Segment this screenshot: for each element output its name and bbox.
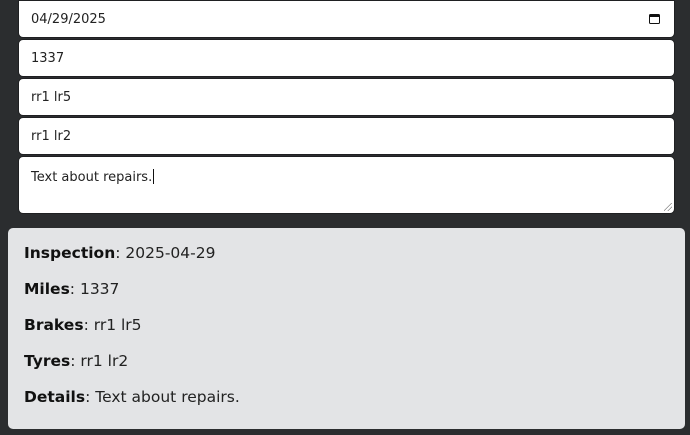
inspection-form: 04/29/2025 1337 rr1 lr5 rr1 lr2 Text abo… — [18, 0, 675, 214]
summary-details-label: Details — [24, 388, 86, 406]
brakes-input[interactable]: rr1 lr5 — [18, 78, 675, 116]
inspection-summary-card: Inspection: 2025-04-29 Miles: 1337 Brake… — [8, 228, 685, 429]
details-textarea[interactable]: Text about repairs. — [18, 156, 675, 214]
miles-value: 1337 — [31, 50, 65, 66]
summary-details-value: Text about repairs. — [95, 388, 240, 406]
inspection-date-input[interactable]: 04/29/2025 — [18, 0, 675, 38]
inspection-date-value: 04/29/2025 — [31, 11, 106, 27]
summary-miles-value: 1337 — [79, 280, 120, 298]
resize-grip-icon[interactable] — [664, 203, 672, 211]
summary-brakes-label: Brakes — [24, 316, 84, 334]
summary-brakes-value: rr1 lr5 — [93, 316, 142, 334]
summary-miles-label: Miles — [24, 280, 70, 298]
details-value: Text about repairs. — [31, 170, 153, 185]
text-caret — [153, 169, 155, 184]
calendar-icon[interactable] — [649, 14, 660, 24]
summary-inspection: Inspection: 2025-04-29 — [24, 244, 216, 262]
summary-details: Details: Text about repairs. — [24, 388, 240, 406]
summary-tyres-label: Tyres — [24, 352, 71, 370]
summary-tyres-value: rr1 lr2 — [80, 352, 129, 370]
tyres-input[interactable]: rr1 lr2 — [18, 117, 675, 155]
summary-inspection-label: Inspection — [24, 244, 116, 262]
brakes-value: rr1 lr5 — [31, 89, 72, 105]
summary-inspection-value: 2025-04-29 — [125, 244, 216, 262]
tyres-value: rr1 lr2 — [31, 128, 72, 144]
miles-input[interactable]: 1337 — [18, 39, 675, 77]
summary-miles: Miles: 1337 — [24, 280, 120, 298]
summary-brakes: Brakes: rr1 lr5 — [24, 316, 142, 334]
summary-tyres: Tyres: rr1 lr2 — [24, 352, 129, 370]
